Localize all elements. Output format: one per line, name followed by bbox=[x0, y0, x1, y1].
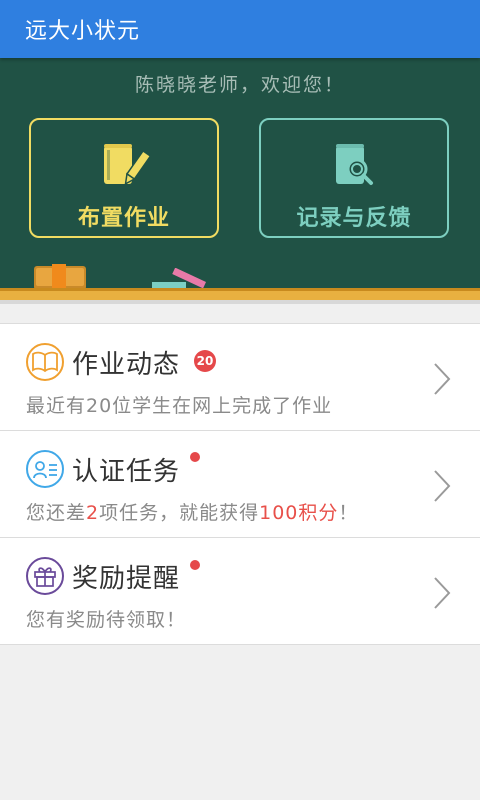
eraser-icon bbox=[34, 264, 86, 290]
chevron-right-icon bbox=[434, 470, 451, 502]
assign-homework-button[interactable]: 布置作业 bbox=[29, 118, 219, 238]
reward-reminder-item[interactable]: 奖励提醒 您有奖励待领取！ bbox=[0, 538, 480, 645]
welcome-text: 陈晓晓老师，欢迎您！ bbox=[134, 74, 345, 96]
book-search-icon bbox=[336, 144, 373, 185]
certification-task-sub: 您还差2项任务，就能获得100积分！ bbox=[26, 502, 359, 524]
chalkboard: 陈晓晓老师，欢迎您！ 布置作业 记录与反馈 bbox=[0, 58, 480, 290]
reward-reminder-sub: 您有奖励待领取！ bbox=[26, 609, 187, 631]
rail-shadow bbox=[0, 300, 480, 304]
book-icon bbox=[26, 343, 64, 381]
notification-list: 作业动态 最近有20位学生在网上完成了作业 认证任务 您还差2项任务，就能获得1… bbox=[0, 323, 480, 645]
reward-unread-dot bbox=[190, 560, 200, 570]
homework-activity-title: 作业动态 bbox=[72, 350, 181, 380]
certification-task-title: 认证任务 bbox=[72, 457, 181, 487]
homework-activity-item[interactable]: 作业动态 最近有20位学生在网上完成了作业 bbox=[0, 324, 480, 431]
notebook-pencil-icon bbox=[104, 144, 150, 186]
chalk-icon bbox=[152, 268, 207, 289]
record-feedback-button[interactable]: 记录与反馈 bbox=[259, 118, 449, 238]
homework-activity-sub: 最近有20位学生在网上完成了作业 bbox=[26, 395, 333, 417]
homework-count-badge: 20 bbox=[194, 350, 216, 372]
app-bar: 远大小状元 bbox=[0, 0, 480, 58]
remaining-task-count: 2 bbox=[86, 502, 100, 524]
record-feedback-label: 记录与反馈 bbox=[296, 206, 412, 231]
certification-unread-dot bbox=[190, 452, 200, 462]
certification-task-item[interactable]: 认证任务 您还差2项任务，就能获得100积分！ bbox=[0, 431, 480, 538]
assign-homework-label: 布置作业 bbox=[77, 206, 170, 231]
app-title: 远大小状元 bbox=[25, 19, 141, 44]
reward-reminder-title: 奖励提醒 bbox=[72, 564, 181, 594]
chalk-rail bbox=[0, 288, 480, 300]
gift-icon bbox=[26, 557, 64, 595]
chevron-right-icon bbox=[434, 577, 451, 609]
chevron-right-icon bbox=[434, 363, 451, 395]
points-reward: 100积分 bbox=[259, 502, 339, 524]
id-card-icon bbox=[26, 450, 64, 488]
